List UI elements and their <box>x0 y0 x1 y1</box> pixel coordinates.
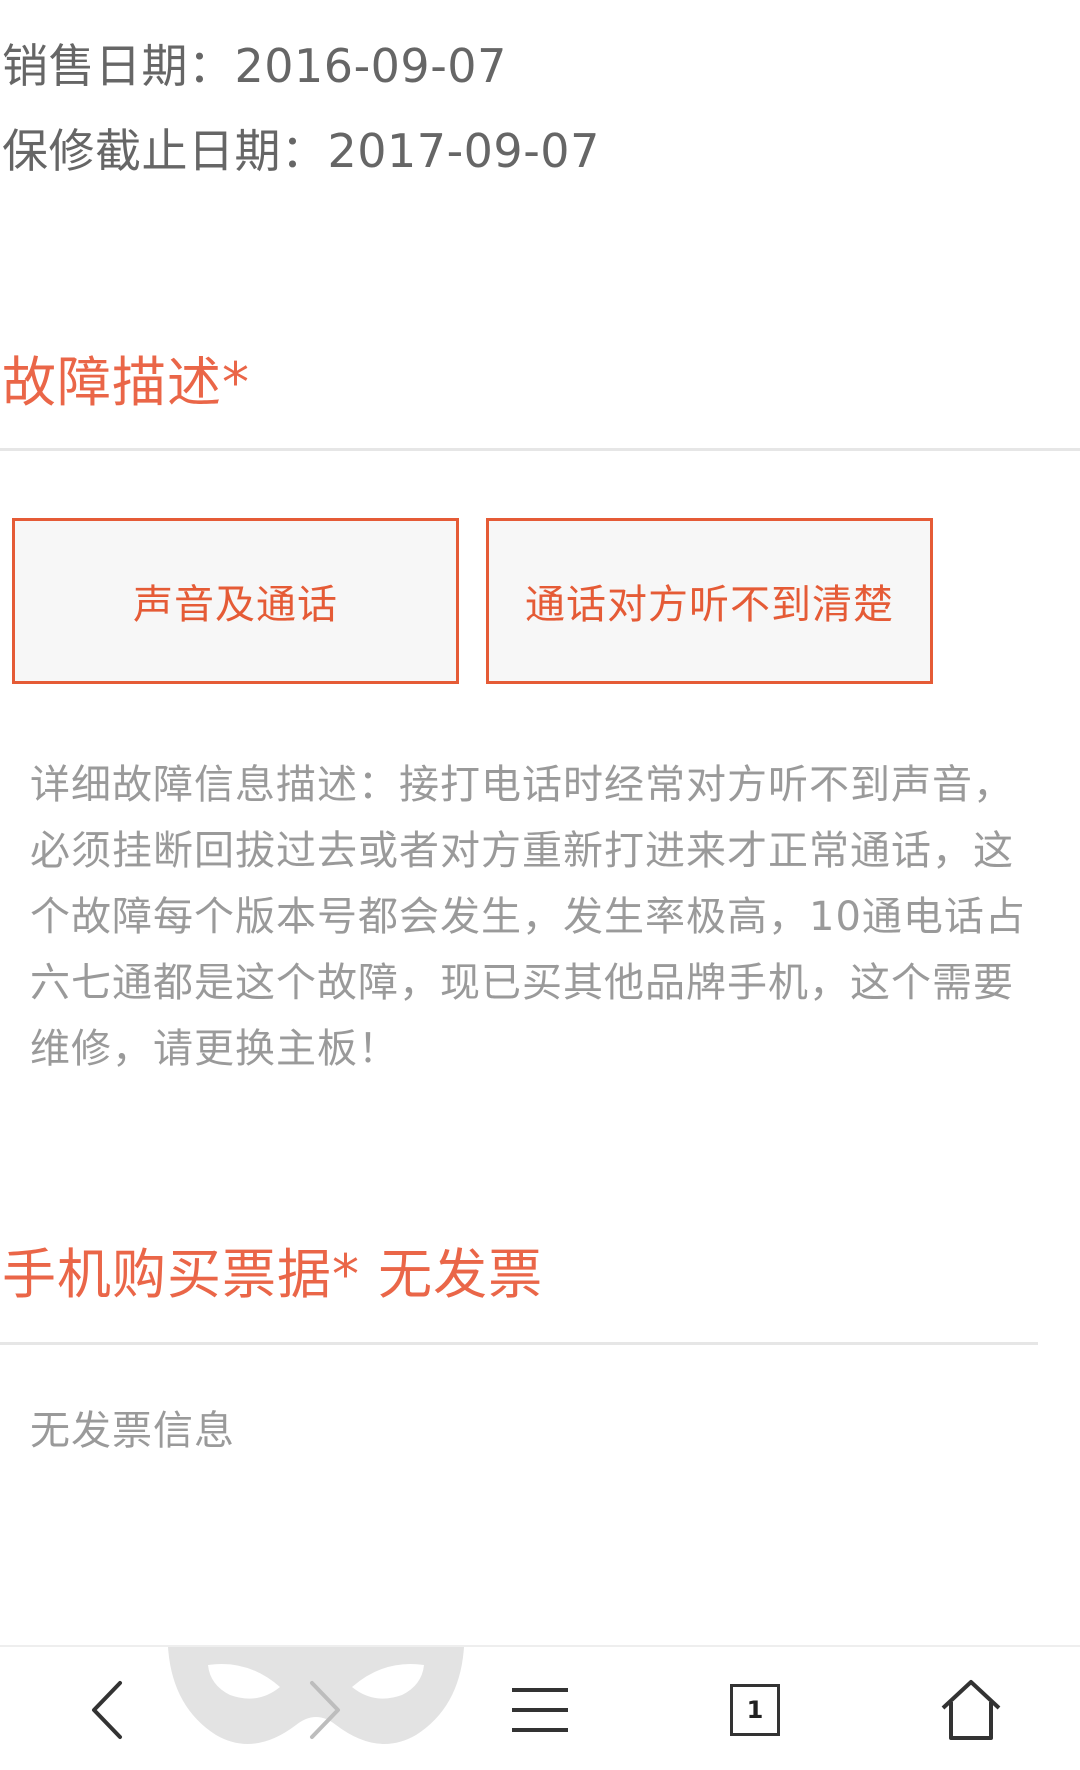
no-invoice-text: 无发票信息 <box>30 1408 235 1454</box>
forward-arrow-icon <box>310 1681 340 1739</box>
home-icon <box>941 1680 1001 1740</box>
fault-detail-tag[interactable]: 通话对方听不到清楚 <box>486 518 933 684</box>
fault-description-title: 故障描述* <box>2 351 250 414</box>
home-button[interactable] <box>926 1665 1016 1755</box>
back-button[interactable] <box>62 1665 152 1755</box>
tabs-button[interactable]: 1 <box>710 1665 800 1755</box>
sale-date: 销售日期：2016-09-07 <box>2 39 507 93</box>
divider <box>0 1342 1038 1345</box>
menu-icon <box>512 1688 568 1732</box>
divider <box>0 448 1080 451</box>
fault-detail-description: 详细故障信息描述：接打电话时经常对方听不到声音，必须挂断回拔过去或者对方重新打进… <box>30 762 1026 1072</box>
back-arrow-icon <box>92 1681 122 1739</box>
warranty-end-date: 保修截止日期：2017-09-07 <box>2 124 600 178</box>
purchase-receipt-title: 手机购买票据* 无发票 <box>2 1243 544 1306</box>
browser-toolbar: 1 <box>0 1645 1080 1770</box>
fault-category-tag[interactable]: 声音及通话 <box>12 518 459 684</box>
page: 销售日期：2016-09-07 保修截止日期：2017-09-07 故障描述* … <box>0 0 1080 1770</box>
tabs-icon: 1 <box>730 1684 780 1736</box>
forward-button[interactable] <box>280 1665 370 1755</box>
menu-button[interactable] <box>495 1665 585 1755</box>
